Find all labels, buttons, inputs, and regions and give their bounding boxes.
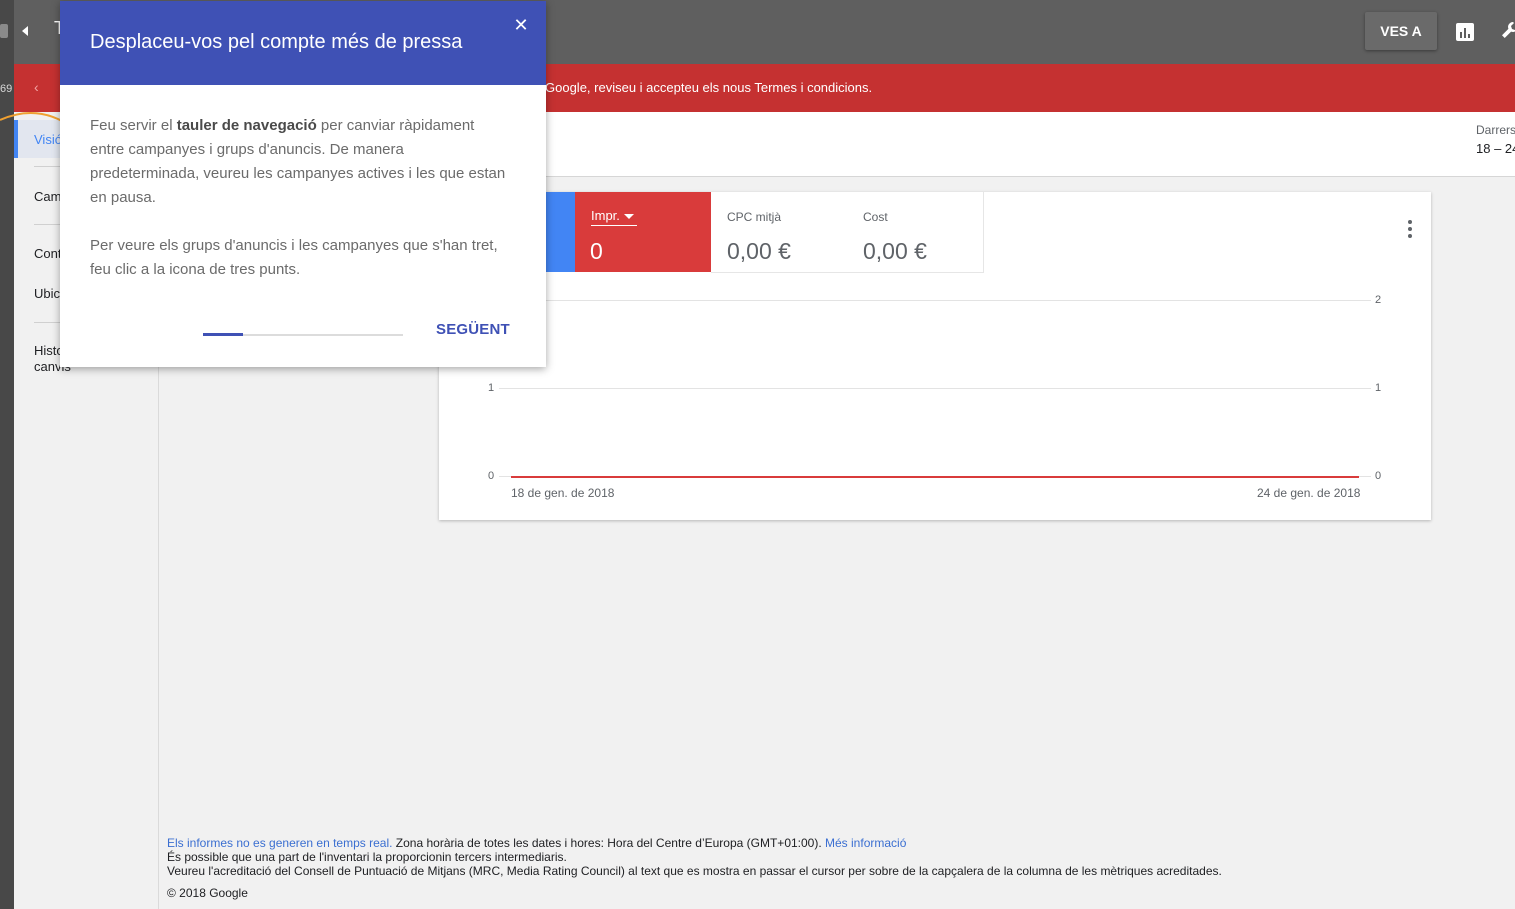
- date-range-value[interactable]: 18 – 24: [1476, 141, 1515, 156]
- y-tick-right: 0: [1375, 470, 1382, 482]
- nav-item-locations[interactable]: Ubic: [34, 286, 60, 301]
- mrc-note: Veureu l'acreditació del Consell de Punt…: [167, 864, 1222, 878]
- chevron-left-icon[interactable]: ‹: [34, 79, 39, 95]
- terms-banner-text[interactable]: Google, reviseu i accepteu els nous Term…: [545, 80, 872, 95]
- series-line-impressions: [511, 476, 1359, 478]
- cost-label: Cost: [863, 210, 888, 224]
- copyright: © 2018 Google: [167, 886, 248, 900]
- dialog-paragraph-1: Feu servir el tauler de navegació per ca…: [90, 117, 506, 206]
- y-tick-left: 1: [488, 382, 495, 394]
- x-tick-start: 18 de gen. de 2018: [511, 486, 615, 500]
- footer-notes: Els informes no es generen en temps real…: [167, 836, 1222, 878]
- more-options-icon[interactable]: [1406, 220, 1414, 238]
- rail-number: 69: [0, 83, 13, 95]
- avg-cpc-value: 0,00 €: [727, 238, 791, 264]
- metric-tile-blue[interactable]: [546, 192, 575, 272]
- y-tick-right: 1: [1375, 382, 1382, 394]
- y-tick-right: 2: [1375, 294, 1382, 306]
- goto-button[interactable]: VES A: [1365, 12, 1437, 50]
- nav-item-settings[interactable]: Cont: [34, 246, 61, 261]
- dialog-title: Desplaceu-vos pel compte més de pressa: [90, 31, 463, 53]
- cost-value: 0,00 €: [863, 238, 927, 264]
- realtime-info-link[interactable]: Els informes no es generen en temps real…: [167, 836, 392, 850]
- tools-wrench-icon[interactable]: [1500, 20, 1515, 40]
- close-icon[interactable]: ✕: [512, 15, 530, 37]
- content-header: [546, 112, 1515, 177]
- dropdown-caret-icon[interactable]: [624, 214, 634, 219]
- chart-gridline: [499, 300, 1371, 301]
- tour-progress-fill: [203, 333, 243, 336]
- dialog-paragraph-2: Per veure els grups d'anuncis i les camp…: [90, 237, 498, 278]
- reports-chart-icon[interactable]: [1456, 23, 1474, 41]
- back-triangle-icon[interactable]: [22, 26, 28, 36]
- timezone-text: Zona horària de totes les dates i hores:…: [392, 836, 826, 850]
- inventory-note: És possible que una part de l'inventari …: [167, 850, 567, 864]
- chart-gridline: [499, 388, 1371, 389]
- rail-icon: [0, 24, 8, 38]
- y-tick-left: 0: [488, 470, 495, 482]
- x-tick-end: 24 de gen. de 2018: [1257, 486, 1361, 500]
- nav-panel-bold: tauler de navegació: [176, 117, 317, 134]
- date-range-label[interactable]: Darrers: [1476, 123, 1515, 137]
- more-info-link[interactable]: Més informació: [825, 836, 906, 850]
- impressions-value: 0: [590, 238, 603, 264]
- avg-cpc-label: CPC mitjà: [727, 210, 782, 224]
- nav-item-campaigns[interactable]: Cam: [34, 189, 61, 204]
- next-button[interactable]: SEGÜENT: [436, 321, 510, 338]
